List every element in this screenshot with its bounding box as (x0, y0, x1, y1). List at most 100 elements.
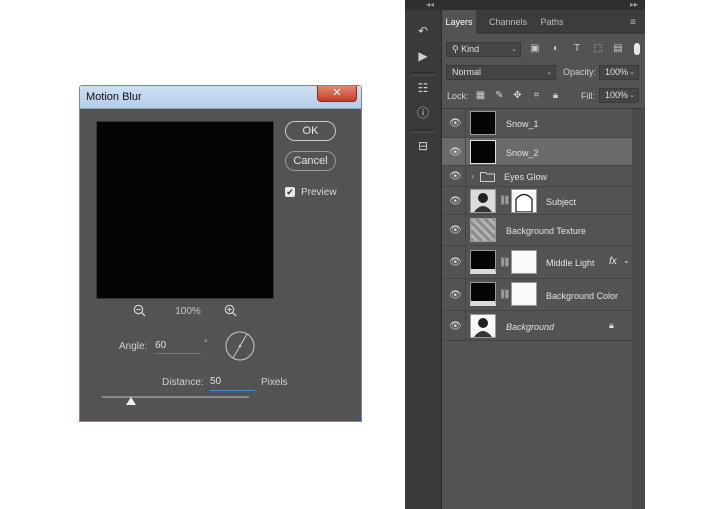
link-icon[interactable]: ⛓︎ (499, 289, 510, 300)
panel-icon-strip: ↶ ▶ ☷ ⓘ ⊟ (405, 10, 442, 509)
filter-preview[interactable] (96, 121, 274, 299)
chevron-down-icon: ⌄ (511, 46, 517, 53)
fill-input[interactable]: 100% ⌄ (599, 88, 639, 103)
lock-all-icon[interactable]: 🔒︎ (549, 89, 562, 102)
blend-mode-value: Normal (452, 67, 482, 77)
filter-toggle[interactable] (634, 43, 640, 55)
layer-thumbnail (470, 111, 496, 135)
zoom-out-icon[interactable] (133, 304, 146, 317)
opacity-input[interactable]: 100% ⌄ (599, 65, 639, 80)
chevron-down-icon: ⌄ (629, 69, 635, 76)
adjustment-filter-icon[interactable]: ◐ (549, 42, 563, 56)
layer-name: Subject (546, 197, 577, 207)
layer-row[interactable]: 👁︎ Snow_1 (442, 109, 632, 138)
layer-row[interactable]: 👁︎ Background 🔒︎ (442, 311, 632, 341)
blend-mode-select[interactable]: Normal ⌄ (446, 65, 556, 80)
cancel-button[interactable]: Cancel (285, 151, 336, 171)
filter-kind-select[interactable]: ⚲ Kind ⌄ (446, 42, 521, 57)
collapse-left-icon[interactable]: ◂◂ (426, 0, 434, 9)
zoom-in-icon[interactable] (224, 304, 237, 317)
mask-shape (515, 193, 533, 213)
distance-input[interactable]: 50 (210, 376, 255, 391)
strip-divider (411, 129, 435, 133)
hamburger-menu-icon[interactable]: ≡ (630, 17, 636, 28)
eye-icon[interactable]: 👁︎ (449, 196, 462, 207)
lock-transparency-icon[interactable]: ▦ (474, 89, 487, 102)
info-icon[interactable]: ⓘ (413, 103, 433, 123)
eye-icon[interactable]: 👁︎ (449, 321, 462, 332)
layer-row[interactable]: 👁︎ ⛓︎ Subject (442, 187, 632, 215)
layer-name: Background Texture (506, 226, 586, 236)
pixel-layer-filter-icon[interactable]: ▣ (528, 42, 542, 56)
close-button[interactable]: ✕ (317, 86, 357, 102)
layer-thumbnail (470, 314, 496, 338)
opacity-value: 100% (605, 67, 629, 77)
layer-name: Eyes Glow (504, 172, 548, 182)
folder-icon (480, 172, 495, 182)
type-filter-icon[interactable]: T (570, 42, 584, 56)
angle-label: Angle: (119, 341, 148, 352)
layer-name: Background Color (546, 291, 619, 301)
link-icon[interactable]: ⛓︎ (499, 257, 510, 268)
dialog-title: Motion Blur (86, 91, 142, 103)
chevron-down-icon[interactable]: ⌄ (623, 256, 630, 265)
lock-position-icon[interactable]: ✥ (511, 89, 524, 102)
eye-icon[interactable]: 👁︎ (449, 147, 462, 158)
adjustment-thumbnail (470, 282, 496, 306)
fill-label: Fill: (581, 91, 595, 101)
layer-name: Background (506, 322, 555, 332)
dock-top-bar (405, 0, 645, 10)
eye-icon[interactable]: 👁︎ (449, 171, 462, 182)
tab-paths[interactable]: Paths (537, 10, 567, 34)
smart-object-filter-icon[interactable]: ▤ (611, 42, 625, 56)
lock-icon: 🔒︎ (609, 320, 614, 330)
angle-input[interactable]: 60 (155, 340, 201, 354)
fill-value: 100% (605, 90, 629, 100)
fx-badge[interactable]: fx (609, 256, 617, 267)
eye-icon[interactable]: 👁︎ (449, 118, 462, 129)
portrait-thumbnail (474, 318, 492, 337)
layer-thumbnail (470, 189, 496, 213)
preview-label: Preview (301, 187, 337, 198)
strip-divider (411, 72, 435, 76)
layer-row-selected[interactable]: 👁︎ Snow_2 (442, 138, 632, 166)
adjustment-thumbnail (470, 250, 496, 274)
zoom-level: 100% (175, 306, 201, 317)
filter-kind-value: Kind (461, 44, 480, 54)
link-icon[interactable]: ⛓︎ (499, 195, 510, 206)
play-actions-icon[interactable]: ▶ (413, 46, 433, 66)
layers-scroll-area[interactable] (632, 109, 645, 509)
distance-slider-track[interactable] (102, 396, 249, 398)
layer-mask-thumbnail (511, 189, 537, 213)
chevron-down-icon: ⌄ (629, 92, 635, 99)
distance-slider-thumb[interactable] (126, 397, 137, 405)
preview-checkbox[interactable]: ✔ (285, 187, 295, 197)
layer-row[interactable]: 👁︎ Background Texture (442, 215, 632, 246)
eye-icon[interactable]: 👁︎ (449, 257, 462, 268)
layer-mask-thumbnail (511, 250, 537, 274)
lock-paint-icon[interactable]: ✎ (493, 89, 506, 102)
angle-dial[interactable] (225, 331, 255, 361)
layer-thumbnail (470, 140, 496, 164)
chevron-right-icon[interactable]: › (471, 171, 474, 181)
lock-label: Lock: (447, 91, 469, 101)
shape-filter-icon[interactable]: ⬚ (591, 42, 605, 56)
layer-row[interactable]: 👁︎ ⛓︎ Background Color (442, 279, 632, 311)
portrait-thumbnail (474, 193, 492, 212)
ok-button[interactable]: OK (285, 121, 336, 141)
distance-label: Distance: (162, 377, 204, 388)
collapse-right-icon[interactable]: ▸▸ (630, 0, 638, 9)
history-icon[interactable]: ↶ (413, 21, 433, 41)
eye-icon[interactable]: 👁︎ (449, 225, 462, 236)
eye-icon[interactable]: 👁︎ (449, 290, 462, 301)
degree-symbol: ° (204, 338, 208, 348)
tab-layers[interactable]: Layers (442, 10, 476, 34)
properties-icon[interactable]: ☷ (413, 78, 433, 98)
chevron-down-icon: ⌄ (546, 69, 552, 76)
tab-channels[interactable]: Channels (482, 10, 534, 34)
layer-group-row[interactable]: 👁︎ › Eyes Glow (442, 166, 632, 187)
clone-source-icon[interactable]: ⊟ (413, 136, 433, 156)
lock-artboard-icon[interactable]: ⌗ (530, 89, 543, 102)
layer-row[interactable]: 👁︎ ⛓︎ Middle Light fx ⌄ (442, 246, 632, 279)
layer-thumbnail (470, 218, 496, 242)
